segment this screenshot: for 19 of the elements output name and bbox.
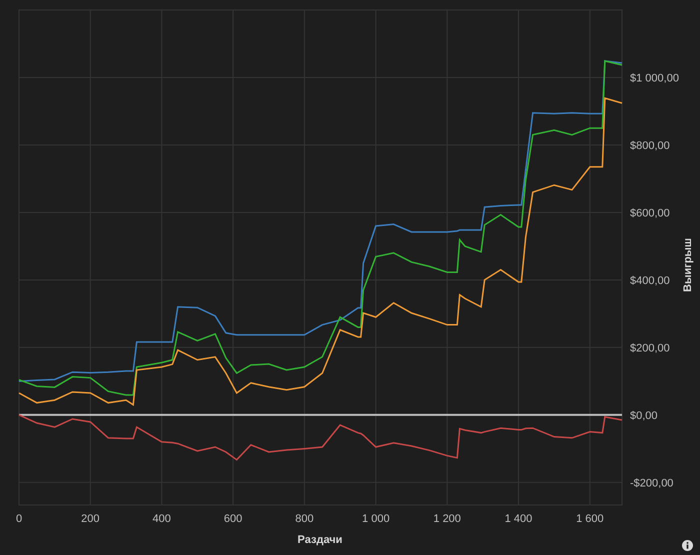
axis-tick-label: 0 bbox=[16, 513, 22, 525]
axis-title: Выигрыш bbox=[682, 238, 694, 292]
axis-tick-label: $1 000,00 bbox=[630, 72, 679, 84]
axis-tick-label: 1 000 bbox=[362, 513, 390, 525]
axis-tick-label: 200 bbox=[81, 513, 100, 525]
axis-tick-label: 800 bbox=[295, 513, 314, 525]
axis-tick-label: 1 200 bbox=[433, 513, 461, 525]
info-icon[interactable] bbox=[682, 540, 693, 551]
axis-tick-label: 600 bbox=[224, 513, 242, 525]
axis-tick-label: 1 400 bbox=[504, 513, 532, 525]
axis-tick-label: -$200,00 bbox=[630, 477, 674, 490]
axis-tick-label: $600,00 bbox=[630, 207, 670, 220]
axis-tick-label: 400 bbox=[152, 513, 171, 525]
axis-tick-label: $800,00 bbox=[630, 140, 670, 152]
axis-tick-label: $0,00 bbox=[630, 410, 658, 422]
axis-tick-label: 1 600 bbox=[576, 513, 604, 525]
axis-title: Раздачи bbox=[298, 534, 342, 546]
axis-tick-label: $400,00 bbox=[630, 274, 670, 287]
axis-tick-label: $200,00 bbox=[630, 342, 670, 354]
